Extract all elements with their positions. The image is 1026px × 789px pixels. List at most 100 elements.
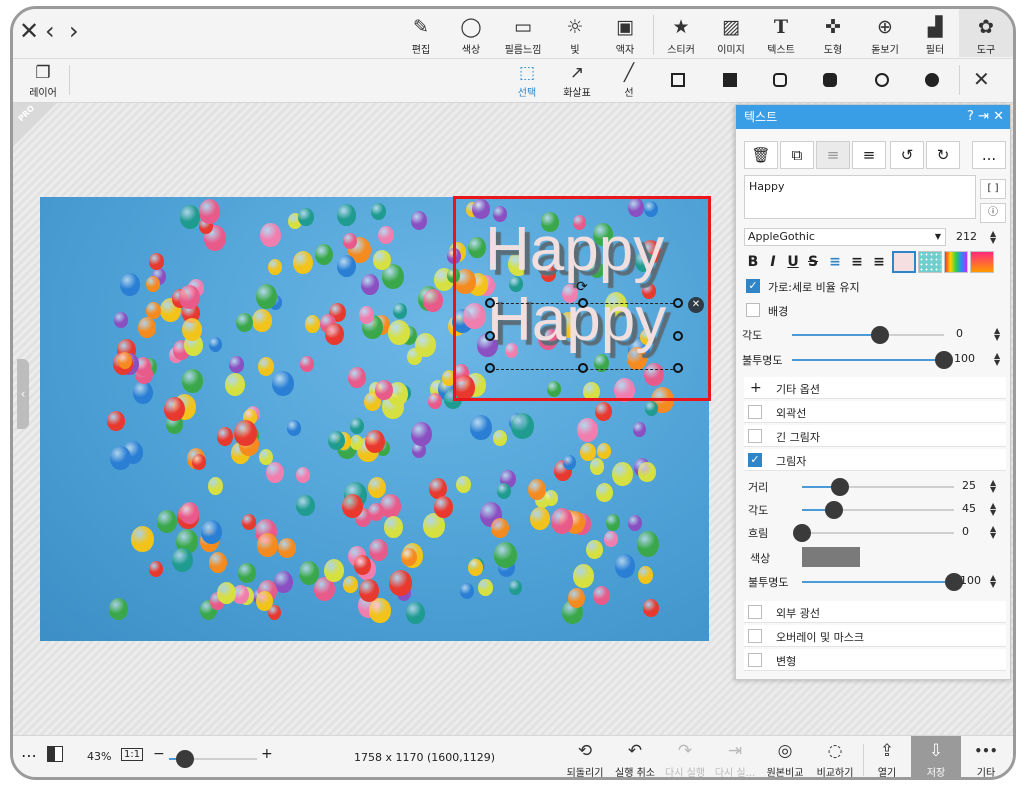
- send-back-button[interactable]: ≡: [852, 141, 886, 169]
- compare-split-icon[interactable]: [47, 746, 63, 762]
- align-right-button[interactable]: ≡: [868, 251, 890, 273]
- tool-frame[interactable]: ▣ 액자: [599, 15, 651, 57]
- bracket-button[interactable]: [ ]: [980, 179, 1006, 199]
- font-select[interactable]: AppleGothic ▼: [744, 228, 946, 246]
- open-button[interactable]: ⇪ 열기: [859, 740, 915, 777]
- transform-checkbox[interactable]: [748, 653, 762, 667]
- rounded-rect-filled-icon[interactable]: [823, 73, 837, 87]
- text-input[interactable]: Happy: [744, 175, 976, 219]
- circle-filled-icon[interactable]: [925, 73, 939, 87]
- bring-front-button[interactable]: ≡: [816, 141, 850, 169]
- long-shadow-checkbox[interactable]: [748, 429, 762, 443]
- shadow-opacity-stepper[interactable]: ▲ ▼: [990, 574, 996, 589]
- rectangle-outline-icon[interactable]: [671, 73, 685, 87]
- more-options-row[interactable]: + 기타 옵션: [744, 377, 1006, 399]
- resize-handle[interactable]: [673, 363, 683, 373]
- text-layer-happy-2[interactable]: Happy: [487, 289, 666, 351]
- text-color-swatch[interactable]: [892, 251, 916, 273]
- text-layer-happy-1[interactable]: Happy: [485, 219, 664, 281]
- align-left-button[interactable]: ≡: [824, 251, 846, 273]
- resize-handle[interactable]: [578, 298, 588, 308]
- shadow-angle-stepper[interactable]: ▲ ▼: [990, 502, 996, 517]
- close-subtoolbar-icon[interactable]: ✕: [973, 67, 990, 91]
- blur-slider[interactable]: [793, 524, 954, 542]
- rotate-right-button[interactable]: ↻: [926, 141, 960, 169]
- close-icon[interactable]: ✕: [19, 19, 39, 43]
- resize-handle[interactable]: [485, 363, 495, 373]
- angle-value[interactable]: 0: [956, 327, 963, 340]
- tool-image[interactable]: ▨ 이미지: [705, 15, 757, 57]
- slider-knob[interactable]: [935, 351, 953, 369]
- redo-button[interactable]: ↷ 다시 실행: [657, 740, 713, 777]
- angle-slider[interactable]: [792, 326, 944, 344]
- overlay-mask-checkbox[interactable]: [748, 629, 762, 643]
- italic-button[interactable]: I: [762, 251, 784, 273]
- resize-handle[interactable]: [673, 298, 683, 308]
- tool-light[interactable]: ☼ 빛: [549, 15, 601, 57]
- shadow-angle-value[interactable]: 45: [962, 502, 976, 515]
- undo-button[interactable]: ↶ 실행 취소: [607, 740, 663, 777]
- info-button[interactable]: ⓘ: [980, 203, 1006, 223]
- back-icon[interactable]: ‹: [45, 19, 55, 43]
- more-button[interactable]: ...: [972, 141, 1006, 169]
- line-tool[interactable]: ╱ 선: [603, 63, 655, 101]
- compare-button[interactable]: ◌ 비교하기: [807, 740, 863, 777]
- duplicate-button[interactable]: ⧉: [780, 141, 814, 169]
- tool-edit[interactable]: ✎ 편집: [395, 15, 447, 57]
- rectangle-filled-icon[interactable]: [723, 73, 737, 87]
- shadow-color-swatch[interactable]: [802, 547, 860, 567]
- tool-text[interactable]: T 텍스트: [755, 15, 807, 57]
- transform-row[interactable]: 변형: [744, 649, 1006, 671]
- long-shadow-row[interactable]: 긴 그림자: [744, 425, 1006, 447]
- zoom-slider[interactable]: [169, 750, 257, 768]
- forward-icon[interactable]: ›: [69, 19, 79, 43]
- keep-ratio-checkbox[interactable]: ✓: [746, 279, 760, 293]
- zoom-value[interactable]: 43%: [87, 750, 111, 763]
- slider-knob[interactable]: [793, 524, 811, 542]
- pattern-swatch[interactable]: [918, 251, 942, 273]
- zoom-out-button[interactable]: −: [153, 746, 165, 762]
- delete-layer-icon[interactable]: ✕: [688, 297, 704, 313]
- blur-value[interactable]: 0: [962, 525, 969, 538]
- distance-value[interactable]: 25: [962, 479, 976, 492]
- underline-button[interactable]: U: [782, 251, 804, 273]
- blur-stepper[interactable]: ▲ ▼: [990, 525, 996, 540]
- grid-icon[interactable]: ⋯: [21, 746, 37, 765]
- resize-handle[interactable]: [485, 331, 495, 341]
- resize-handle[interactable]: [485, 298, 495, 308]
- gradient-swatch[interactable]: [944, 251, 968, 273]
- tool-sticker[interactable]: ★ 스티커: [655, 15, 707, 57]
- save-button[interactable]: ⇩ 저장: [911, 736, 961, 777]
- shadow-angle-slider[interactable]: [802, 501, 954, 519]
- angle-stepper[interactable]: ▲ ▼: [994, 327, 1000, 342]
- rotate-icon[interactable]: ⟳: [576, 279, 588, 295]
- shadow-opacity-slider[interactable]: [802, 573, 963, 591]
- slider-knob[interactable]: [176, 750, 194, 768]
- panel-header-icons[interactable]: ? ⇥ ✕: [967, 105, 1004, 129]
- rounded-rect-outline-icon[interactable]: [773, 73, 787, 87]
- tool-film[interactable]: ▭ 필름느낌: [497, 15, 549, 57]
- tool-filter[interactable]: ▟ 필터: [909, 15, 961, 57]
- outer-glow-checkbox[interactable]: [748, 605, 762, 619]
- shadow-row[interactable]: ✓ 그림자: [744, 449, 1006, 471]
- tool-shape[interactable]: ✜ 도형: [807, 15, 859, 57]
- revert-button[interactable]: ⟲ 되돌리기: [557, 740, 613, 777]
- slider-knob[interactable]: [831, 478, 849, 496]
- resize-handle[interactable]: [578, 363, 588, 373]
- font-size-stepper[interactable]: ▲ ▼: [990, 230, 996, 245]
- opacity-stepper[interactable]: ▲ ▼: [994, 352, 1000, 367]
- rotate-left-button[interactable]: ↺: [890, 141, 924, 169]
- select-tool[interactable]: ⬚ 선택: [501, 63, 553, 101]
- slider-knob[interactable]: [871, 326, 889, 344]
- zoom-in-button[interactable]: +: [261, 746, 273, 762]
- outer-glow-row[interactable]: 외부 광선: [744, 601, 1006, 623]
- compare-original-button[interactable]: ◎ 원본비교: [757, 740, 813, 777]
- outline-row[interactable]: 외곽선: [744, 401, 1006, 423]
- slider-knob[interactable]: [825, 501, 843, 519]
- shadow-checkbox[interactable]: ✓: [748, 453, 762, 467]
- tool-magnifier[interactable]: ⊕ 돋보기: [859, 15, 911, 57]
- font-size-value[interactable]: 212: [956, 230, 977, 243]
- sidebar-toggle[interactable]: ‹: [17, 359, 29, 429]
- align-center-button[interactable]: ≡: [846, 251, 868, 273]
- distance-slider[interactable]: [802, 478, 954, 496]
